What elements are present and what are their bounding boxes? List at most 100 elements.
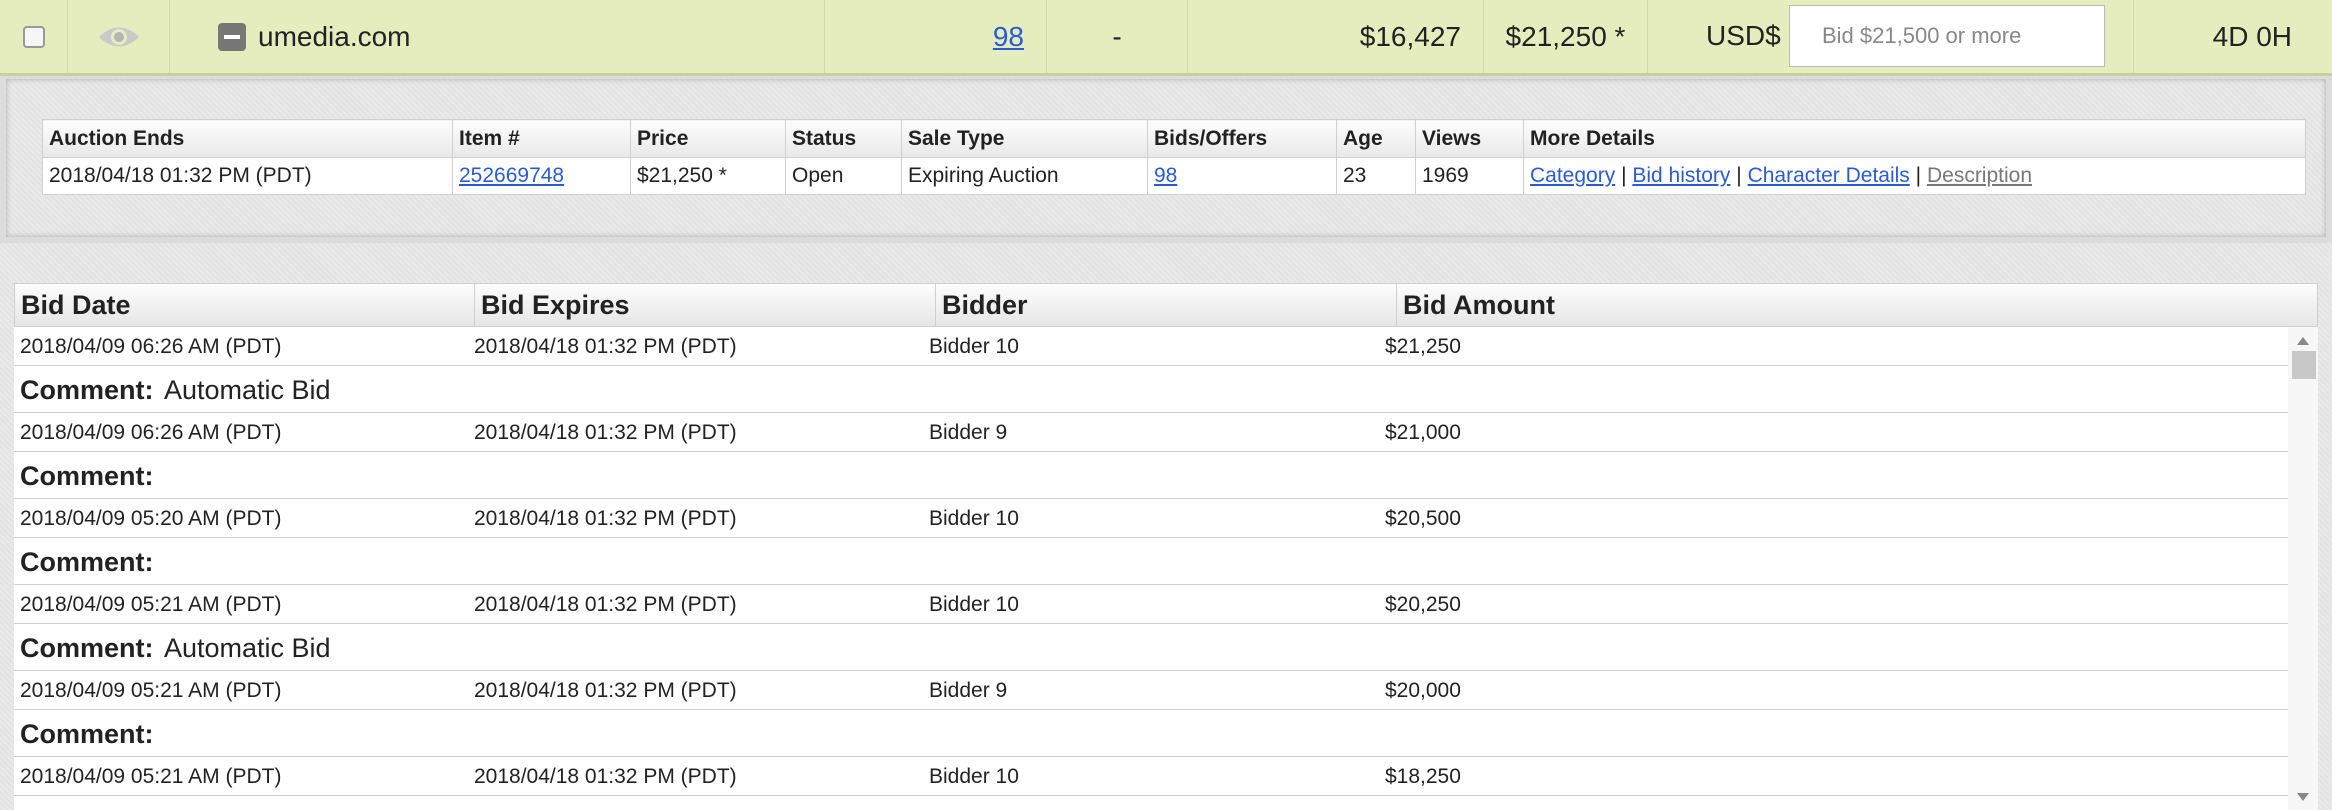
domain-cell: umedia.com xyxy=(170,0,825,73)
collapse-icon[interactable] xyxy=(218,22,246,51)
bid-expires-value: 2018/04/18 01:32 PM (PDT) xyxy=(474,421,737,444)
bid-expires-value: 2018/04/18 01:32 PM (PDT) xyxy=(474,765,737,788)
separator: | xyxy=(1915,164,1922,187)
bid-date-value: 2018/04/09 05:21 AM (PDT) xyxy=(20,765,282,788)
scroll-thumb[interactable] xyxy=(2292,351,2316,379)
currency-label: USD$ xyxy=(1706,20,1781,51)
description-link[interactable]: Description xyxy=(1927,164,2032,187)
separator: | xyxy=(1736,164,1742,187)
category-link[interactable]: Category xyxy=(1530,164,1615,187)
watch-cell xyxy=(68,0,170,73)
bid-date-value: 2018/04/09 06:26 AM (PDT) xyxy=(20,335,282,358)
character-details-link[interactable]: Character Details xyxy=(1748,164,1910,187)
header-auction-ends: Auction Ends xyxy=(42,119,453,158)
header-price: Price xyxy=(630,119,786,158)
details-table: Auction Ends Item # Price Status Sale Ty… xyxy=(42,119,2306,195)
bidder-value: Bidder 10 xyxy=(929,593,1019,616)
comment-label: Comment: xyxy=(20,633,154,663)
bid-history-link[interactable]: Bid history xyxy=(1632,164,1730,187)
price-cell: $21,250 * xyxy=(1484,0,1648,73)
bid-amount-value: $20,250 xyxy=(1385,593,1461,616)
time-left-value: 4D 0H xyxy=(2212,20,2292,52)
bids-offers-link[interactable]: 98 xyxy=(1154,164,1177,187)
comment-row: Comment: xyxy=(14,452,2288,499)
bids-offers-cell: 98 xyxy=(1147,157,1337,195)
header-item-number: Item # xyxy=(452,119,631,158)
header-bid-date: Bid Date xyxy=(15,284,475,326)
details-price-value: $21,250 * xyxy=(630,157,786,195)
bidder-value: Bidder 10 xyxy=(929,335,1019,358)
bids-count-link[interactable]: 98 xyxy=(993,21,1024,53)
comment-row: Comment: Automatic Bid xyxy=(14,366,2288,413)
comment-label: Comment: xyxy=(20,719,154,749)
header-bid-amount: Bid Amount xyxy=(1403,289,1555,320)
select-checkbox[interactable] xyxy=(22,25,45,48)
valuation-value: $16,427 xyxy=(1359,20,1461,52)
details-header-row: Auction Ends Item # Price Status Sale Ty… xyxy=(42,119,2306,158)
bid-amount-input[interactable] xyxy=(1789,5,2105,67)
scrollbar[interactable] xyxy=(2288,327,2318,810)
auction-ends-value: 2018/04/18 01:32 PM (PDT) xyxy=(42,157,453,195)
bid-amount-value: $21,250 xyxy=(1385,335,1461,358)
bid-amount-value: $20,500 xyxy=(1385,507,1461,530)
listing-row: umedia.com 98 - $16,427 $21,250 * USD$ 4… xyxy=(0,0,2332,76)
bid-expires-value: 2018/04/18 01:32 PM (PDT) xyxy=(474,507,737,530)
bid-row: 2018/04/09 05:20 AM (PDT) 2018/04/18 01:3… xyxy=(14,499,2288,538)
price-value: $21,250 * xyxy=(1505,20,1626,52)
comment-label: Comment: xyxy=(20,547,154,577)
header-bids-offers: Bids/Offers xyxy=(1147,119,1337,158)
bidder-value: Bidder 9 xyxy=(929,679,1008,702)
age-value: 23 xyxy=(1336,157,1416,195)
traffic-value: - xyxy=(1112,20,1122,52)
separator: | xyxy=(1621,164,1627,187)
time-left-cell: 4D 0H xyxy=(2134,0,2332,73)
bid-row: 2018/04/09 05:21 AM (PDT) 2018/04/18 01:3… xyxy=(14,671,2288,710)
bid-row: 2018/04/09 06:26 AM (PDT) 2018/04/18 01:3… xyxy=(14,327,2288,366)
bid-amount-value: $20,000 xyxy=(1385,679,1461,702)
comment-row: Comment: xyxy=(14,538,2288,585)
details-value-row: 2018/04/18 01:32 PM (PDT) 252669748 $21,… xyxy=(42,157,2306,195)
bid-date-value: 2018/04/09 05:21 AM (PDT) xyxy=(20,679,282,702)
scroll-up-icon[interactable] xyxy=(2297,337,2309,345)
select-cell xyxy=(0,0,68,73)
header-age: Age xyxy=(1336,119,1416,158)
valuation-cell: $16,427 xyxy=(1188,0,1484,73)
bid-date-value: 2018/04/09 05:21 AM (PDT) xyxy=(20,593,282,616)
item-number-link[interactable]: 252669748 xyxy=(459,164,564,187)
bid-row: 2018/04/09 06:26 AM (PDT) 2018/04/18 01:3… xyxy=(14,413,2288,452)
header-status: Status xyxy=(785,119,902,158)
bidder-value: Bidder 10 xyxy=(929,507,1019,530)
bid-row: 2018/04/09 05:21 AM (PDT) 2018/04/18 01:3… xyxy=(14,757,2288,796)
header-bidder: Bidder xyxy=(936,284,1397,326)
header-sale-type: Sale Type xyxy=(901,119,1148,158)
header-more-details: More Details xyxy=(1523,119,2306,158)
status-value: Open xyxy=(785,157,902,195)
item-number-cell: 252669748 xyxy=(452,157,631,195)
comment-text: Automatic Bid xyxy=(164,375,331,405)
eye-icon[interactable] xyxy=(97,24,141,50)
comment-row: Comment: xyxy=(14,710,2288,757)
bid-expires-value: 2018/04/18 01:32 PM (PDT) xyxy=(474,593,737,616)
bids-cell: 98 xyxy=(825,0,1047,73)
bid-expires-value: 2018/04/18 01:32 PM (PDT) xyxy=(474,335,737,358)
more-details-cell: Category | Bid history | Character Detai… xyxy=(1523,157,2306,195)
bid-date-value: 2018/04/09 05:20 AM (PDT) xyxy=(20,507,282,530)
bid-history-panel: Bid Date Bid Expires Bidder Bid Amount 2… xyxy=(0,243,2332,810)
scroll-down-icon[interactable] xyxy=(2297,793,2309,801)
domain-name[interactable]: umedia.com xyxy=(258,21,411,53)
bid-date-value: 2018/04/09 06:26 AM (PDT) xyxy=(20,421,282,444)
bidder-value: Bidder 10 xyxy=(929,765,1019,788)
comment-text: Automatic Bid xyxy=(164,633,331,663)
details-panel: Auction Ends Item # Price Status Sale Ty… xyxy=(6,79,2326,237)
bid-history-list: 2018/04/09 06:26 AM (PDT) 2018/04/18 01:3… xyxy=(14,327,2318,810)
bid-cell: USD$ xyxy=(1648,0,2134,73)
views-value: 1969 xyxy=(1415,157,1524,195)
comment-label: Comment: xyxy=(20,375,154,405)
comment-label: Comment: xyxy=(20,461,154,491)
bid-history-header: Bid Date Bid Expires Bidder Bid Amount xyxy=(14,283,2318,327)
bidder-value: Bidder 9 xyxy=(929,421,1008,444)
comment-row: Comment: Automatic Bid xyxy=(14,624,2288,671)
header-views: Views xyxy=(1415,119,1524,158)
sale-type-value: Expiring Auction xyxy=(901,157,1148,195)
bid-amount-value: $18,250 xyxy=(1385,765,1461,788)
